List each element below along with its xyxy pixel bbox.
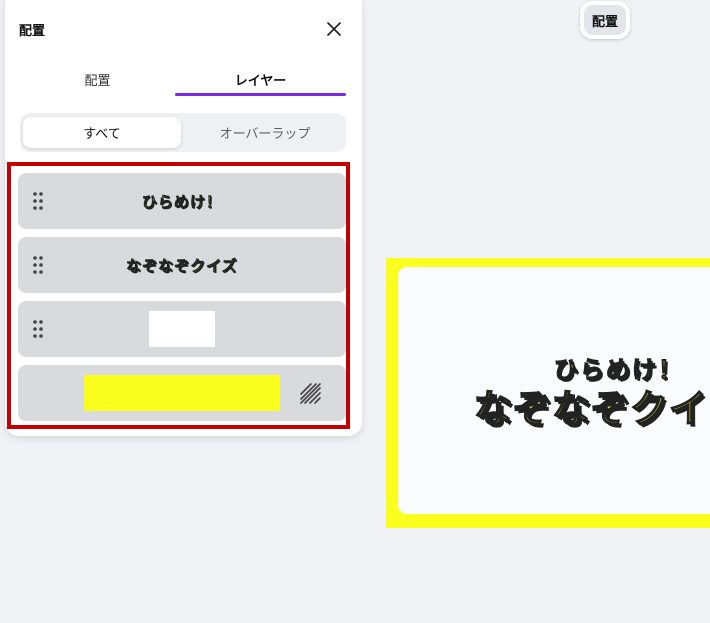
position-chip[interactable]: 配置 bbox=[580, 1, 630, 39]
close-icon bbox=[327, 22, 341, 36]
layer-row-white-shape[interactable] bbox=[18, 301, 346, 357]
design-artboard[interactable]: ひらめけ！ なぞなぞクイ bbox=[386, 258, 710, 528]
layer-filter-toggle: すべて オーバーラップ bbox=[20, 113, 346, 152]
filter-overlap-button[interactable]: オーバーラップ bbox=[186, 117, 344, 148]
close-button[interactable] bbox=[321, 16, 347, 42]
tab-layers[interactable]: レイヤー bbox=[175, 62, 346, 96]
filter-all-button[interactable]: すべて bbox=[23, 117, 181, 148]
panel-tabs: 配置 レイヤー bbox=[20, 62, 346, 96]
layer-row-background[interactable] bbox=[18, 365, 346, 421]
artboard-title-text[interactable]: なぞなぞクイ bbox=[473, 378, 708, 433]
panel-title: 配置 bbox=[19, 24, 46, 39]
layer-thumbnail-yellow bbox=[84, 375, 280, 411]
drag-handle-icon[interactable] bbox=[31, 319, 45, 339]
layer-label: ひらめけ！ bbox=[141, 192, 222, 211]
layer-row-subtitle[interactable]: ひらめけ！ bbox=[18, 173, 346, 229]
layer-row-title[interactable]: なぞなぞクイズ bbox=[18, 237, 346, 293]
tab-arrange[interactable]: 配置 bbox=[20, 62, 175, 96]
locked-hatch-icon[interactable] bbox=[299, 382, 321, 404]
layer-thumbnail-white bbox=[149, 311, 215, 347]
position-chip-label: 配置 bbox=[584, 5, 626, 35]
layer-label: なぞなぞクイズ bbox=[126, 256, 238, 275]
